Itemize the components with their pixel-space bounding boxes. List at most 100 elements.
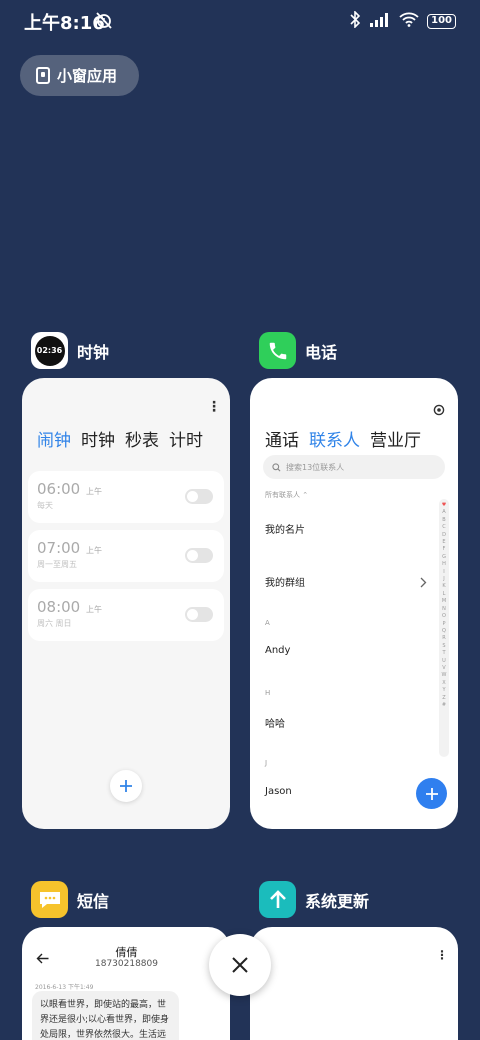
contacts-filter[interactable]: 所有联系人 ⌃ bbox=[265, 490, 308, 500]
message-line: 以眼看世界，即使站的最高，世 bbox=[40, 1000, 167, 1010]
alarm-mute-icon bbox=[94, 10, 114, 34]
update-app-card[interactable]: ⋮ bbox=[250, 927, 458, 1040]
messages-app-header[interactable]: 短信 bbox=[31, 881, 109, 918]
tab-service-hall[interactable]: 营业厅 bbox=[370, 426, 421, 451]
freeform-apps-label: 小窗应用 bbox=[57, 67, 118, 85]
alarm-ampm: 上午 bbox=[86, 487, 102, 496]
alarm-item[interactable]: 08:00 上午 周六 周日 bbox=[28, 589, 224, 641]
index-letter[interactable]: T bbox=[442, 650, 445, 657]
index-letter[interactable]: Y bbox=[442, 687, 445, 694]
messages-app-icon bbox=[31, 881, 68, 918]
contacts-filter-label: 所有联系人 bbox=[265, 491, 300, 499]
index-letter[interactable]: X bbox=[442, 680, 445, 687]
index-letter[interactable]: B bbox=[442, 517, 445, 524]
clear-all-button[interactable] bbox=[209, 934, 271, 996]
conversation-contact-number: 18730218809 bbox=[95, 959, 158, 969]
add-alarm-button[interactable] bbox=[110, 770, 142, 802]
alarm-days: 周六 周日 bbox=[37, 619, 72, 628]
index-letter[interactable]: E bbox=[442, 539, 445, 546]
conversation-contact-name: 倩倩 bbox=[115, 946, 138, 959]
index-letter[interactable]: I bbox=[443, 569, 444, 576]
index-letter[interactable]: K bbox=[442, 583, 445, 590]
index-letter[interactable]: R bbox=[442, 635, 445, 642]
search-placeholder: 搜索13位联系人 bbox=[286, 462, 345, 472]
tab-timer[interactable]: 计时 bbox=[169, 426, 203, 451]
clock-more-icon[interactable]: ⋮ bbox=[207, 400, 221, 414]
phone-icon bbox=[269, 342, 286, 359]
alarm-time: 07:00 bbox=[37, 539, 81, 557]
section-letter: H bbox=[265, 689, 271, 697]
plus-icon bbox=[425, 787, 438, 800]
messages-app-name: 短信 bbox=[77, 891, 110, 911]
clock-face-icon: 02:36 bbox=[34, 335, 65, 366]
index-letter[interactable]: M bbox=[442, 598, 446, 605]
index-letter[interactable]: J bbox=[443, 576, 444, 583]
index-letter[interactable]: U bbox=[442, 658, 446, 665]
chevron-right-icon bbox=[420, 573, 427, 592]
clock-app-name: 时钟 bbox=[77, 342, 110, 362]
index-letter[interactable]: Q bbox=[442, 628, 446, 635]
index-letter[interactable]: W bbox=[442, 672, 447, 679]
my-groups-item[interactable]: 我的群组 bbox=[265, 574, 305, 589]
alarm-days: 每天 bbox=[37, 501, 53, 510]
index-letter[interactable]: O bbox=[442, 613, 446, 620]
alarm-item[interactable]: 07:00 上午 周一至周五 bbox=[28, 530, 224, 582]
index-letter[interactable]: F bbox=[443, 546, 446, 553]
alarm-toggle[interactable] bbox=[185, 548, 213, 563]
tab-clock[interactable]: 时钟 bbox=[81, 426, 115, 451]
search-icon bbox=[272, 462, 281, 471]
phone-app-card[interactable]: 通话 联系人 营业厅 搜索13位联系人 所有联系人 ⌃ 我的名片 我的群组 A … bbox=[250, 378, 458, 829]
index-letter[interactable]: N bbox=[442, 606, 446, 613]
clock-app-card[interactable]: ⋮ 闹钟 时钟 秒表 计时 06:00 上午 每天 07:00 上午 周一至周五… bbox=[22, 378, 230, 829]
battery-indicator: 100 bbox=[427, 14, 456, 29]
message-timestamp: 2016-6-13 下午1:49 bbox=[35, 984, 94, 991]
settings-icon[interactable] bbox=[433, 401, 445, 420]
alarm-ampm: 上午 bbox=[86, 546, 102, 555]
contact-item[interactable]: 哈哈 bbox=[265, 715, 285, 730]
message-line: 界还是很小;以心看世界，即使身 bbox=[40, 1015, 170, 1025]
close-icon bbox=[232, 957, 248, 973]
alarm-toggle[interactable] bbox=[185, 489, 213, 504]
section-letter: A bbox=[265, 619, 270, 627]
index-letter[interactable]: V bbox=[442, 665, 445, 672]
alarm-item[interactable]: 06:00 上午 每天 bbox=[28, 471, 224, 523]
tab-stopwatch[interactable]: 秒表 bbox=[125, 426, 159, 451]
favorites-heart-icon: ♥ bbox=[441, 502, 447, 508]
index-letter[interactable]: Z bbox=[442, 695, 445, 702]
phone-app-icon bbox=[259, 332, 296, 369]
alarm-toggle[interactable] bbox=[185, 607, 213, 622]
contact-item[interactable]: Jason bbox=[265, 786, 292, 797]
my-card-item[interactable]: 我的名片 bbox=[265, 521, 305, 536]
bluetooth-icon bbox=[349, 10, 361, 32]
alarm-ampm: 上午 bbox=[86, 605, 102, 614]
alarm-days: 周一至周五 bbox=[37, 560, 77, 569]
messages-app-card[interactable]: 倩倩 18730218809 2016-6-13 下午1:49 以眼看世界，即使… bbox=[22, 927, 230, 1040]
index-letter[interactable]: D bbox=[442, 532, 446, 539]
freeform-apps-button[interactable]: 小窗应用 bbox=[20, 55, 139, 96]
clock-app-icon: 02:36 bbox=[31, 332, 68, 369]
contact-item[interactable]: Andy bbox=[265, 645, 290, 656]
update-app-header[interactable]: 系统更新 bbox=[259, 881, 369, 918]
alphabet-index-bar[interactable]: ♥ A B C D E F G H I J K L M N O P Q R S T U V W X Y Z # bbox=[439, 499, 449, 757]
tab-contacts[interactable]: 联系人 bbox=[309, 426, 360, 451]
index-letter[interactable]: C bbox=[442, 524, 446, 531]
section-letter: J bbox=[265, 759, 268, 767]
update-more-icon[interactable]: ⋮ bbox=[436, 949, 448, 961]
index-letter[interactable]: L bbox=[443, 591, 446, 598]
add-contact-button[interactable] bbox=[416, 778, 447, 809]
phone-app-header[interactable]: 电话 bbox=[259, 332, 337, 369]
index-letter[interactable]: S bbox=[442, 643, 445, 650]
alarm-time: 08:00 bbox=[37, 598, 81, 616]
tab-alarm[interactable]: 闹钟 bbox=[37, 426, 71, 451]
index-letter[interactable]: G bbox=[442, 554, 446, 561]
tab-calls[interactable]: 通话 bbox=[265, 426, 299, 451]
contacts-search-input[interactable]: 搜索13位联系人 bbox=[263, 455, 445, 479]
index-letter[interactable]: # bbox=[442, 702, 446, 709]
update-app-icon bbox=[259, 881, 296, 918]
clock-app-header[interactable]: 02:36 时钟 bbox=[31, 332, 109, 369]
message-bubble[interactable]: 以眼看世界，即使站的最高，世 界还是很小;以心看世界，即使身 处局限，世界依然很… bbox=[32, 991, 179, 1040]
status-bar: 上午8:16 100 bbox=[0, 0, 480, 40]
index-letter[interactable]: H bbox=[442, 561, 446, 568]
index-letter[interactable]: A bbox=[442, 509, 445, 516]
index-letter[interactable]: P bbox=[442, 621, 445, 628]
